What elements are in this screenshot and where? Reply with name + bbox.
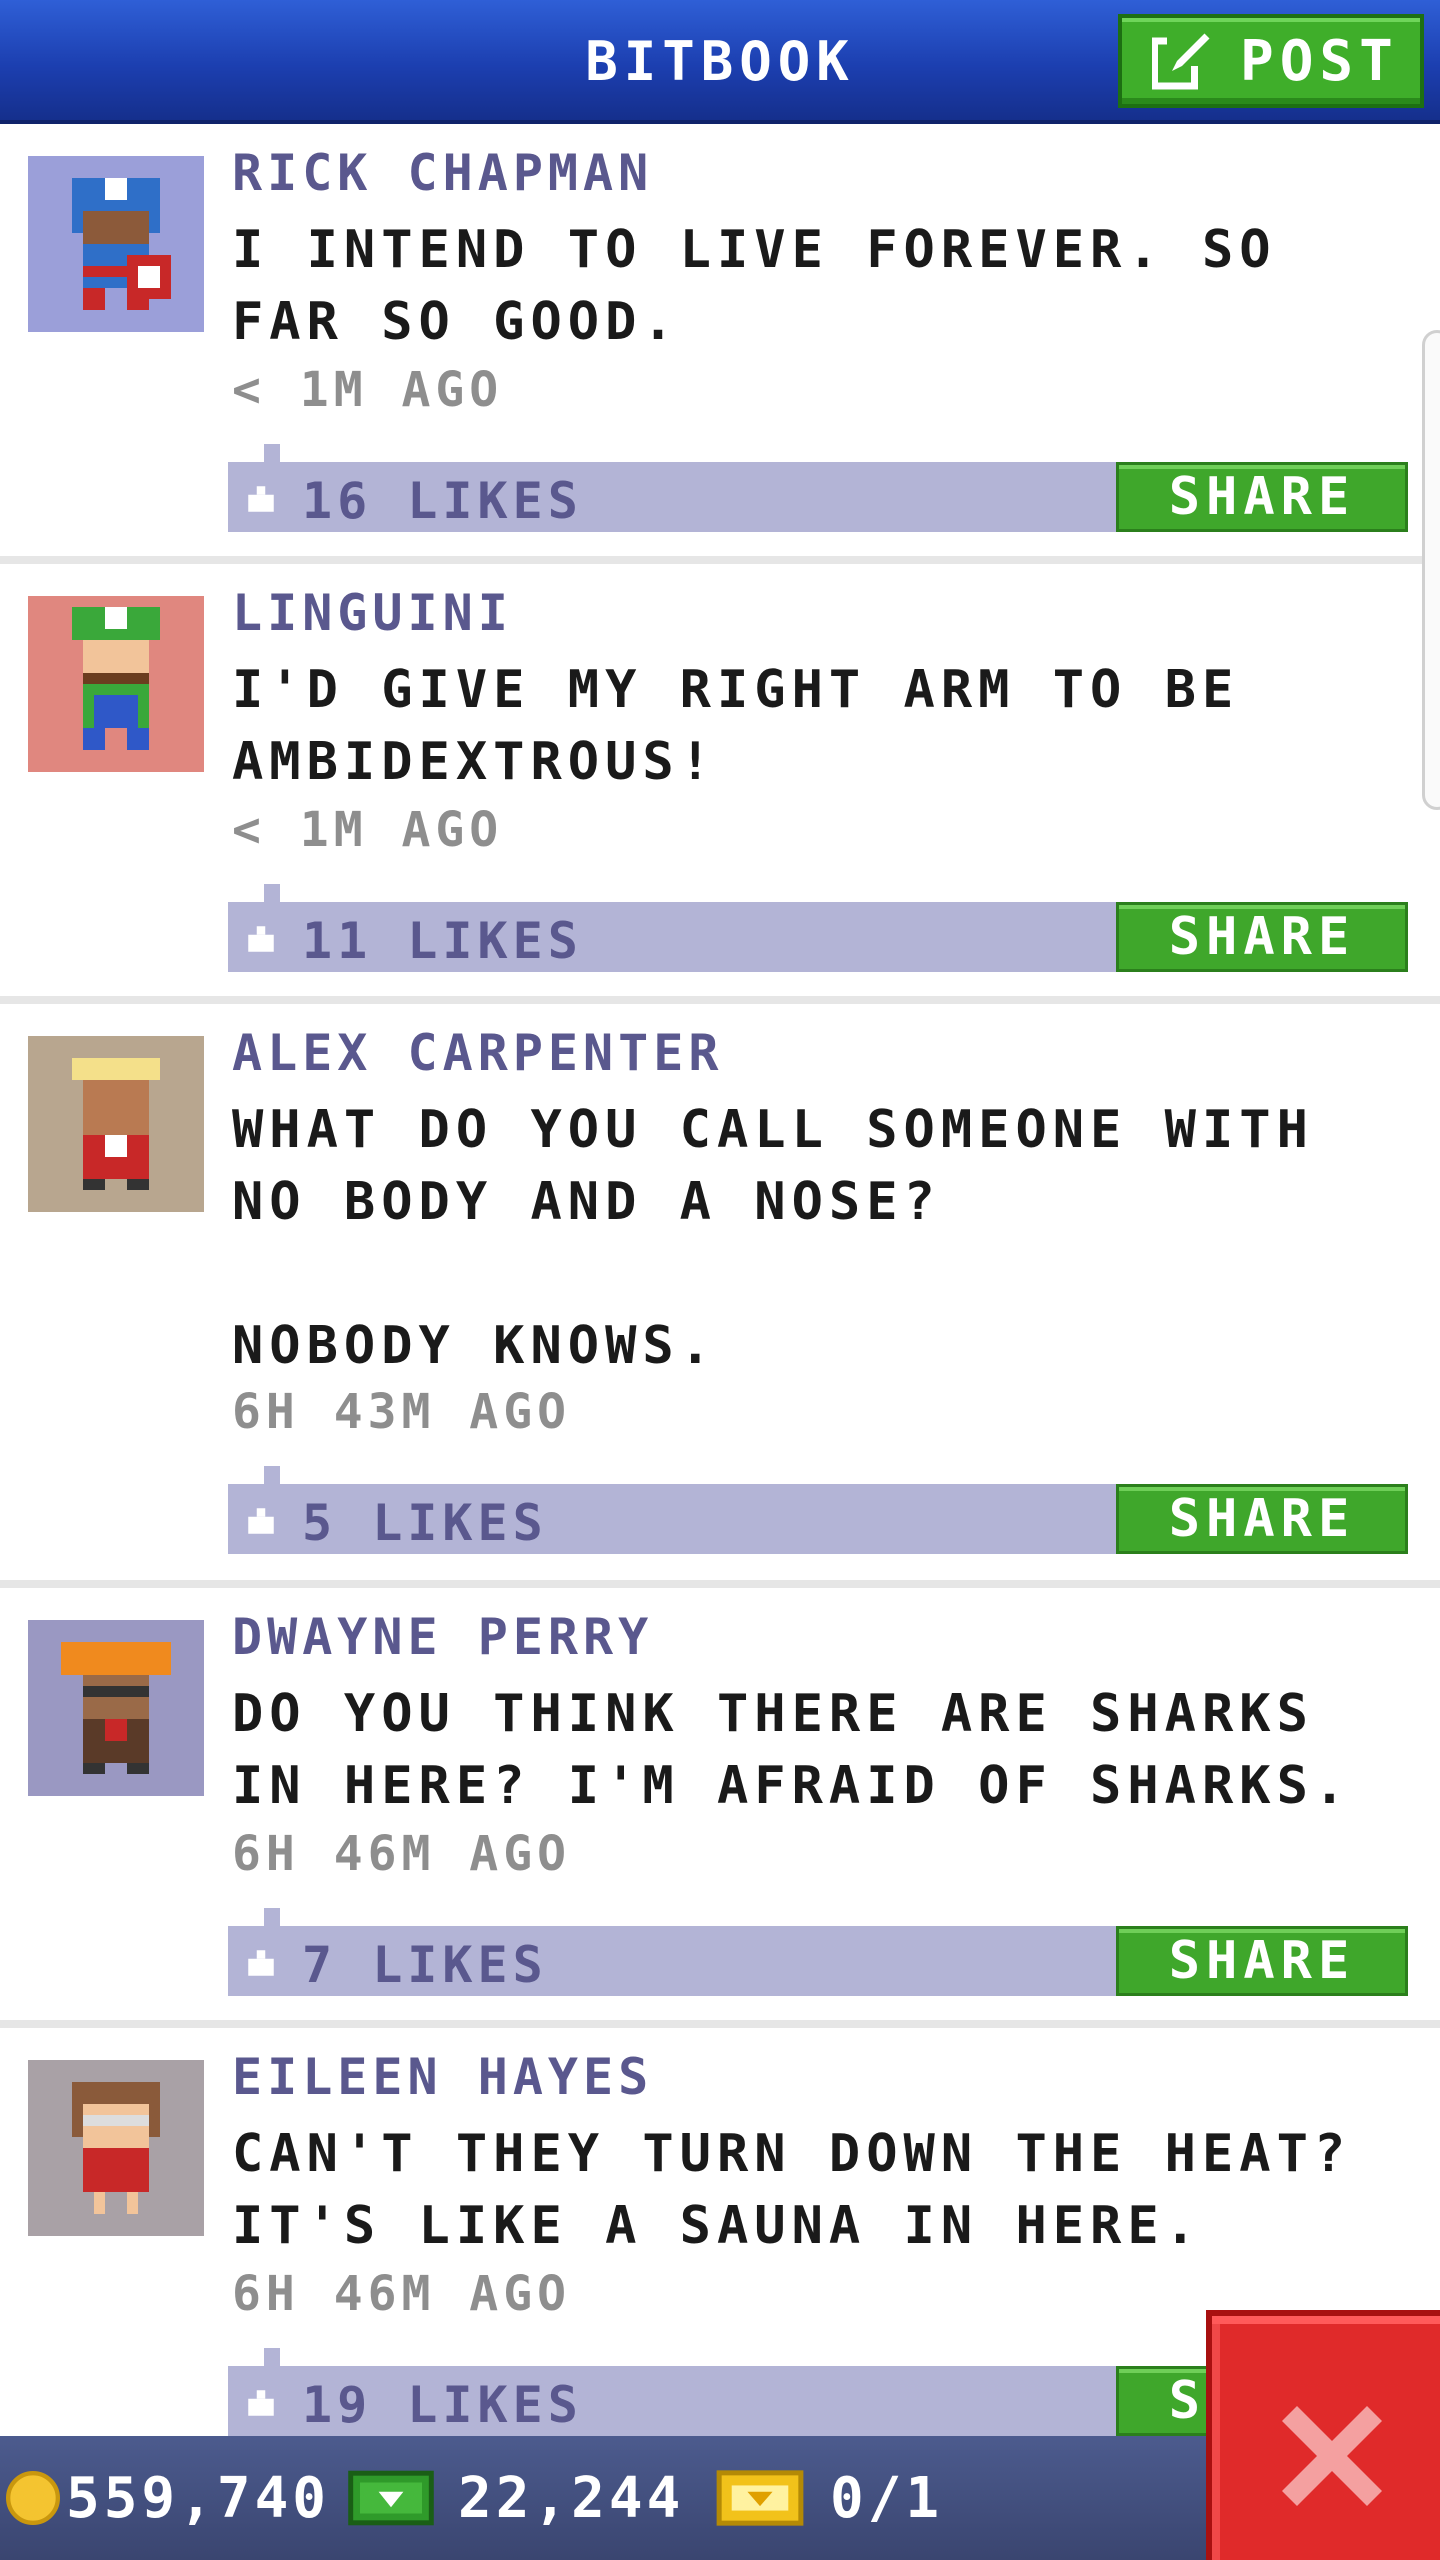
like-icon	[248, 1508, 274, 1534]
post-author[interactable]: RICK CHAPMAN	[232, 144, 653, 202]
like-bar[interactable]: 16 LIKES SHARE	[228, 444, 1408, 532]
tickets-stat: 0/1	[716, 2436, 943, 2560]
post-message: DO YOU THINK THERE ARE SHARKS IN HERE? I…	[232, 1684, 1352, 1816]
coins-stat: 559,740	[6, 2436, 330, 2560]
divider	[0, 2020, 1440, 2028]
bux-count: 22,244	[458, 2465, 685, 2531]
avatar[interactable]	[28, 596, 204, 772]
post-time: 6H 46M AGO	[232, 2266, 571, 2322]
close-button[interactable]	[1206, 2310, 1440, 2560]
coin-count: 559,740	[66, 2465, 331, 2531]
avatar[interactable]	[28, 1036, 204, 1212]
like-count: 5 LIKES	[302, 1494, 548, 1552]
post-message: CAN'T THEY TURN DOWN THE HEAT? IT'S LIKE…	[232, 2124, 1389, 2256]
like-count: 16 LIKES	[302, 472, 583, 530]
close-icon	[1282, 2406, 1382, 2506]
ticket-count: 0/1	[830, 2465, 944, 2531]
hero-avatar-icon	[72, 178, 171, 310]
post-time: < 1M AGO	[232, 362, 504, 418]
like-icon	[248, 2390, 274, 2416]
post-button-label: POST	[1240, 28, 1399, 94]
edit-icon	[1152, 31, 1212, 90]
divider	[0, 556, 1440, 564]
bux-stat: 22,244	[346, 2436, 684, 2560]
like-icon	[248, 1950, 274, 1976]
like-bar[interactable]: 7 LIKES SHARE	[228, 1908, 1408, 1996]
coin-icon	[6, 2471, 60, 2525]
like-icon	[248, 926, 274, 952]
share-button[interactable]: SHARE	[1116, 462, 1408, 532]
post-author[interactable]: LINGUINI	[232, 584, 513, 642]
post-time: 6H 46M AGO	[232, 1826, 571, 1882]
avatar[interactable]	[28, 156, 204, 332]
post-message: I'D GIVE MY RIGHT ARM TO BE AMBIDEXTROUS…	[232, 660, 1277, 792]
divider	[0, 996, 1440, 1004]
post-time: < 1M AGO	[232, 802, 504, 858]
share-button[interactable]: SHARE	[1116, 1926, 1408, 1996]
avatar[interactable]	[28, 1620, 204, 1796]
divider	[0, 1580, 1440, 1588]
post-message: WHAT DO YOU CALL SOMEONE WITH NO BODY AN…	[232, 1100, 1314, 1376]
post-author[interactable]: ALEX CARPENTER	[232, 1024, 723, 1082]
post-message: I INTEND TO LIVE FOREVER. SO FAR SO GOOD…	[232, 220, 1314, 352]
like-count: 19 LIKES	[302, 2376, 583, 2434]
post-author[interactable]: DWAYNE PERRY	[232, 1608, 653, 1666]
builder-avatar-icon	[61, 1642, 171, 1774]
like-count: 11 LIKES	[302, 912, 583, 970]
carpenter-avatar-icon	[72, 1058, 160, 1190]
post-time: 6H 43M AGO	[232, 1384, 571, 1440]
share-button[interactable]: SHARE	[1116, 902, 1408, 972]
avatar[interactable]	[28, 2060, 204, 2236]
post-author[interactable]: EILEEN HAYES	[232, 2048, 653, 2106]
like-icon	[248, 486, 274, 512]
app-header: BITBOOK POST	[0, 0, 1440, 124]
bux-icon	[348, 2470, 434, 2526]
plumber-avatar-icon	[72, 607, 160, 750]
like-bar[interactable]: 5 LIKES SHARE	[228, 1466, 1408, 1554]
like-count: 7 LIKES	[302, 1936, 548, 1994]
like-bar[interactable]: 11 LIKES SHARE	[228, 884, 1408, 972]
ticket-icon	[716, 2470, 804, 2526]
share-button[interactable]: SHARE	[1116, 1484, 1408, 1554]
post-button[interactable]: POST	[1118, 14, 1424, 108]
woman-avatar-icon	[72, 2082, 160, 2214]
scrollbar[interactable]	[1422, 330, 1440, 810]
